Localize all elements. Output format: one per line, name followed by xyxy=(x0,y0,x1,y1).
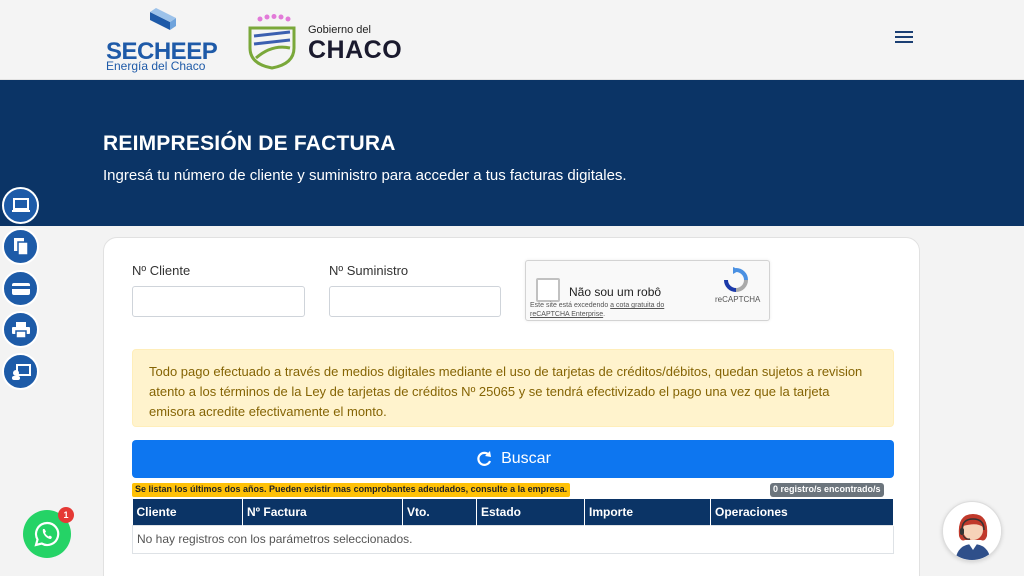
laptop-icon[interactable] xyxy=(2,187,39,224)
cliente-input[interactable] xyxy=(132,286,305,317)
credit-card-icon[interactable] xyxy=(2,270,39,307)
secheep-tagline: Energía del Chaco xyxy=(106,59,206,73)
support-screen-icon[interactable] xyxy=(2,353,39,390)
column-header-importe[interactable]: Importe xyxy=(584,499,711,525)
suministro-input[interactable] xyxy=(329,286,501,317)
top-header: SECHEEP Energía del Chaco Gobierno del C… xyxy=(0,0,1024,80)
column-header-cliente[interactable]: Cliente xyxy=(132,499,243,525)
results-table: Cliente Nº Factura Vto. Estado Importe O… xyxy=(132,499,894,554)
suministro-label: Nº Suministro xyxy=(329,263,409,278)
recaptcha-logo-icon xyxy=(724,267,748,292)
hamburger-menu-icon[interactable] xyxy=(895,28,919,48)
empty-results-message: No hay registros con los parámetros sele… xyxy=(132,524,894,554)
payment-warning-alert: Todo pago efectuado a través de medios d… xyxy=(132,349,894,427)
secheep-logo[interactable]: SECHEEP Energía del Chaco xyxy=(106,8,218,73)
buscar-label: Buscar xyxy=(501,450,551,467)
column-header-factura[interactable]: Nº Factura xyxy=(242,499,403,525)
cliente-label: Nº Cliente xyxy=(132,263,191,278)
whatsapp-notification-badge: 1 xyxy=(58,507,74,523)
printer-icon[interactable] xyxy=(2,311,39,348)
recaptcha-quota-note: Este site está excedendo a cota gratuita… xyxy=(530,302,665,318)
whatsapp-icon xyxy=(34,521,60,547)
page-title: REIMPRESIÓN DE FACTURA xyxy=(103,132,396,155)
results-period-note: Se listan los últimos dos años. Pueden e… xyxy=(132,483,571,497)
column-header-estado[interactable]: Estado xyxy=(476,499,585,525)
support-agent-icon xyxy=(944,503,1001,560)
gobierno-chaco-logo[interactable]: Gobierno del CHACO xyxy=(246,14,426,72)
buscar-button[interactable]: Buscar xyxy=(132,440,894,478)
copy-document-icon[interactable] xyxy=(2,228,39,265)
support-agent-avatar[interactable] xyxy=(942,501,1002,561)
recaptcha-label: Não sou um robô xyxy=(569,285,662,299)
recaptcha-widget: Não sou um robô Este site está excedendo… xyxy=(525,260,770,321)
column-header-vto[interactable]: Vto. xyxy=(402,499,477,525)
chaco-label: CHACO xyxy=(308,36,403,64)
chaco-emblem-icon xyxy=(248,14,296,70)
results-count-badge: 0 registro/s encontrado/s xyxy=(770,483,884,497)
column-header-operaciones[interactable]: Operaciones xyxy=(710,499,894,525)
recaptcha-checkbox[interactable] xyxy=(536,278,560,302)
gobierno-label: Gobierno del xyxy=(308,24,371,36)
secheep-logo-mark xyxy=(150,8,176,30)
page-subtitle: Ingresá tu número de cliente y suministr… xyxy=(103,167,627,184)
refresh-icon xyxy=(477,451,492,466)
table-row: No hay registros con los parámetros sele… xyxy=(132,524,894,554)
invoice-search-card: Nº Cliente Nº Suministro Não sou um robô… xyxy=(103,237,920,576)
recaptcha-brand: reCAPTCHA xyxy=(715,295,761,304)
table-header-row: Cliente Nº Factura Vto. Estado Importe O… xyxy=(132,499,894,525)
hero-banner: REIMPRESIÓN DE FACTURA Ingresá tu número… xyxy=(0,80,1024,226)
